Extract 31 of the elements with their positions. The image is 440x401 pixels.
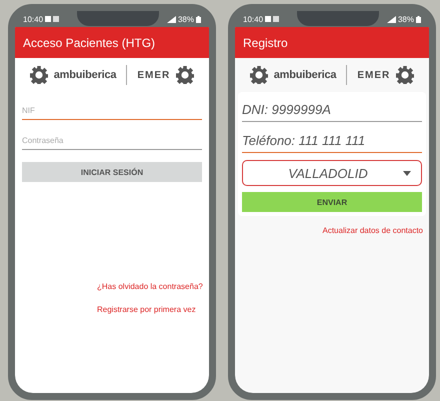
text-link[interactable]: Actualizar datos de contacto [322,226,423,235]
submit-button[interactable]: ENVIAR [242,192,422,212]
province-dropdown[interactable]: VALLADOLID [242,160,422,186]
signal-icon [166,16,176,22]
app-bar-title: Acceso Pacientes (HTG) [15,27,209,58]
status-time: 10:40 [243,14,264,24]
text-field[interactable]: Teléfono: 111 111 111 [242,129,422,153]
text-link[interactable]: ¿Has olvidado la contraseña? [97,282,209,291]
submit-button[interactable]: INICIAR SESIÓN [22,162,202,182]
battery-icon [196,16,201,22]
app-bar-title: Registro [235,27,429,58]
gear-logo-icon [250,66,268,84]
battery-icon [416,16,421,22]
logo-text: EMER [137,70,170,80]
text-field[interactable]: Contraseña [22,132,202,150]
battery-level: 38% [178,14,194,24]
status-time: 10:40 [23,14,44,24]
logo-text: ambuiberica [54,69,116,81]
caret-icon [403,170,411,176]
logo-text: EMER [357,70,390,80]
gear-logo-icon [30,66,48,84]
logo-text: ambuiberica [274,69,336,81]
text-link[interactable]: Registrarse por primera vez [97,305,209,314]
signal-icon [386,16,396,22]
gear-logo-icon [396,66,414,84]
battery-level: 38% [398,14,414,24]
text-field[interactable]: DNI: 9999999A [242,98,422,122]
notification-icons [45,16,60,22]
gear-logo-icon [176,66,194,84]
notification-icons [265,16,280,22]
text-field[interactable]: NIF [22,102,202,120]
